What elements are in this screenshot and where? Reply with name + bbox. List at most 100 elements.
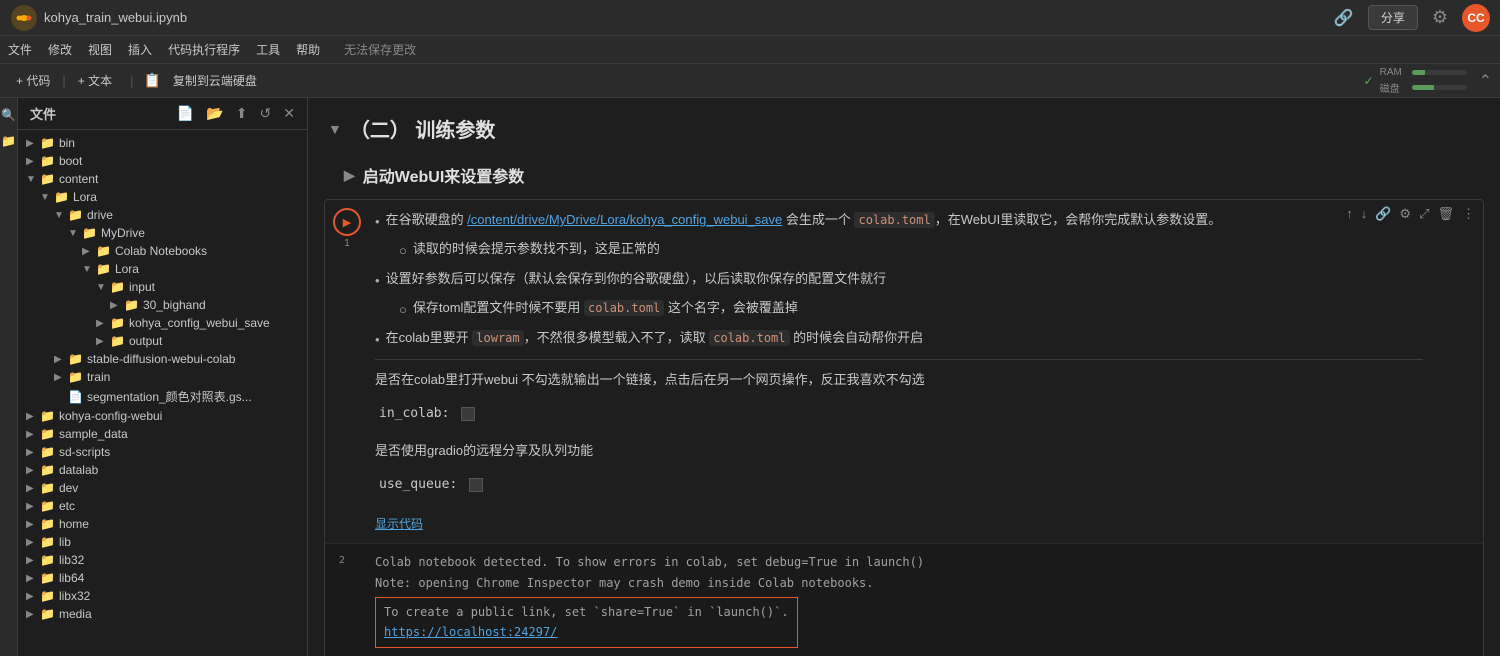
settings-icon[interactable]: ⚙ — [1432, 7, 1448, 28]
tree-label: etc — [59, 499, 75, 513]
cell-delete-icon[interactable]: 🗑 — [1437, 206, 1454, 222]
notebook-content: ▼ （二） 训练参数 ▶ 启动WebUI来设置参数 ↑ ↓ 🔗 ⚙ ⤢ 🗑 ⋮ — [308, 98, 1500, 656]
sidebar-title: 文件 — [30, 104, 165, 123]
tree-label: stable-diffusion-webui-colab — [87, 352, 236, 366]
tree-label: output — [129, 334, 162, 348]
bullet-icon: • — [375, 210, 380, 233]
tree-item-lib64[interactable]: ▶ 📁 lib64 — [18, 569, 307, 587]
add-text-button[interactable]: + 文本 — [70, 69, 120, 92]
param-use-queue: 是否使用gradio的远程分享及队列功能 use_queue: — [375, 439, 1423, 502]
user-avatar[interactable]: CC — [1462, 4, 1490, 32]
tree-item-lora1[interactable]: ▼ 📁 Lora — [18, 188, 307, 206]
tree-item-train[interactable]: ▶ 📁 train — [18, 368, 307, 386]
run-cell-button[interactable]: ▶ — [333, 208, 361, 236]
tree-item-content[interactable]: ▼ 📁 content — [18, 170, 307, 188]
tree-item-home[interactable]: ▶ 📁 home — [18, 515, 307, 533]
sub-bullet-icon: ○ — [399, 239, 407, 262]
tree-label: datalab — [59, 463, 98, 477]
tree-label: train — [87, 370, 110, 384]
menu-tools[interactable]: 工具 — [256, 41, 280, 58]
output-line-1: Colab notebook detected. To show errors … — [375, 552, 1471, 572]
subsection-collapse-icon[interactable]: ▶ — [344, 167, 355, 184]
tree-item-media[interactable]: ▶ 📁 media — [18, 605, 307, 623]
localhost-link[interactable]: https://localhost:24297/ — [384, 625, 557, 639]
tree-item-libx32[interactable]: ▶ 📁 libx32 — [18, 587, 307, 605]
tree-item-kohya-config-save[interactable]: ▶ 📁 kohya_config_webui_save — [18, 314, 307, 332]
use-queue-checkbox[interactable] — [469, 478, 483, 492]
menu-help[interactable]: 帮助 — [296, 41, 320, 58]
tree-item-boot[interactable]: ▶ 📁 boot — [18, 152, 307, 170]
cell-toolbar: ↑ ↓ 🔗 ⚙ ⤢ 🗑 ⋮ — [1346, 206, 1475, 222]
tree-item-input[interactable]: ▼ 📁 input — [18, 278, 307, 296]
tree-label: home — [59, 517, 89, 531]
tree-item-etc[interactable]: ▶ 📁 etc — [18, 497, 307, 515]
tree-label: bin — [59, 136, 75, 150]
cell-link-icon[interactable]: 🔗 — [1375, 206, 1391, 222]
tree-item-mydrive[interactable]: ▼ 📁 MyDrive — [18, 224, 307, 242]
tree-item-dev[interactable]: ▶ 📁 dev — [18, 479, 307, 497]
files-sidebar-icon[interactable]: 📁 — [1, 134, 16, 148]
tree-item-sample-data[interactable]: ▶ 📁 sample_data — [18, 425, 307, 443]
ram-bar — [1412, 70, 1467, 75]
cell-down-icon[interactable]: ↓ — [1361, 206, 1368, 222]
in-colab-checkbox[interactable] — [461, 407, 475, 421]
menu-runtime[interactable]: 代码执行程序 — [168, 41, 240, 58]
cell-settings-icon[interactable]: ⚙ — [1399, 206, 1411, 222]
unsaved-status: 无法保存更改 — [344, 41, 416, 58]
cell-number-label: 1 — [344, 238, 350, 249]
collapse-toolbar-icon[interactable]: ⌃ — [1479, 71, 1492, 91]
tree-label: kohya-config-webui — [59, 409, 162, 423]
cell-output: 2 Colab notebook detected. To show error… — [325, 543, 1483, 656]
tree-item-30bighand[interactable]: ▶ 📁 30_bighand — [18, 296, 307, 314]
close-sidebar-icon[interactable]: ✕ — [283, 105, 295, 122]
tree-item-colab-notebooks[interactable]: ▶ 📁 Colab Notebooks — [18, 242, 307, 260]
copy-to-drive-button[interactable]: 复制到云端硬盘 — [165, 69, 265, 92]
share-button[interactable]: 分享 — [1368, 5, 1418, 30]
menu-view[interactable]: 视图 — [88, 41, 112, 58]
bullet-item-1: • 在谷歌硬盘的 /content/drive/MyDrive/Lora/koh… — [375, 208, 1423, 233]
cell-expand-icon[interactable]: ⤢ — [1419, 206, 1429, 222]
tree-label: lib32 — [59, 553, 84, 567]
disk-bar — [1412, 85, 1467, 90]
show-code-link[interactable]: 显示代码 — [375, 517, 423, 531]
tree-item-datalab[interactable]: ▶ 📁 datalab — [18, 461, 307, 479]
topbar: kohya_train_webui.ipynb 🔗 分享 ⚙ CC — [0, 0, 1500, 36]
tree-item-lora2[interactable]: ▼ 📁 Lora — [18, 260, 307, 278]
cell-divider — [375, 359, 1423, 360]
new-file-icon[interactable]: 📄 — [177, 105, 194, 122]
output-cell-number: 2 — [339, 552, 345, 569]
tree-item-lib[interactable]: ▶ 📁 lib — [18, 533, 307, 551]
tree-item-segmentation[interactable]: ▶ 📄 segmentation_颜色对照表.gs... — [18, 386, 307, 407]
new-folder-icon[interactable]: 📂 — [206, 105, 223, 122]
add-code-button[interactable]: + 代码 — [8, 69, 58, 92]
search-sidebar-icon[interactable]: 🔍 — [1, 108, 16, 122]
toolbar-separator2: | — [130, 73, 133, 88]
tree-label: kohya_config_webui_save — [129, 316, 270, 330]
cell-run-area: ▶ 1 — [333, 208, 361, 249]
resource-indicator: ✓ RAM 磁盘 ⌃ — [1364, 67, 1492, 95]
main-layout: 🔍 📁 文件 📄 📂 ⬆ ↺ ✕ ▶ 📁 bin — [0, 98, 1500, 656]
tree-label: lib — [59, 535, 71, 549]
tree-item-kohya-config-webui[interactable]: ▶ 📁 kohya-config-webui — [18, 407, 307, 425]
tree-item-bin[interactable]: ▶ 📁 bin — [18, 134, 307, 152]
output-link-text: To create a public link, set `share=True… — [384, 605, 789, 619]
drive-link[interactable]: /content/drive/MyDrive/Lora/kohya_config… — [467, 212, 782, 227]
menubar: 文件 修改 视图 插入 代码执行程序 工具 帮助 无法保存更改 — [0, 36, 1500, 64]
cell-up-icon[interactable]: ↑ — [1346, 206, 1353, 222]
tree-label: 30_bighand — [143, 298, 206, 312]
tree-item-drive[interactable]: ▼ 📁 drive — [18, 206, 307, 224]
menu-file[interactable]: 文件 — [8, 41, 32, 58]
section-collapse-icon[interactable]: ▼ — [328, 121, 342, 137]
bullet-icon: • — [375, 328, 380, 351]
tree-item-lib32[interactable]: ▶ 📁 lib32 — [18, 551, 307, 569]
cell-more-icon[interactable]: ⋮ — [1462, 206, 1475, 222]
upload-icon[interactable]: ⬆ — [236, 105, 248, 122]
tree-item-sd-scripts[interactable]: ▶ 📁 sd-scripts — [18, 443, 307, 461]
refresh-icon[interactable]: ↺ — [260, 105, 272, 122]
tree-item-output[interactable]: ▶ 📁 output — [18, 332, 307, 350]
menu-insert[interactable]: 插入 — [128, 41, 152, 58]
tree-item-sd-webui[interactable]: ▶ 📁 stable-diffusion-webui-colab — [18, 350, 307, 368]
tree-label: boot — [59, 154, 82, 168]
menu-edit[interactable]: 修改 — [48, 41, 72, 58]
section-title: （二） 训练参数 — [350, 114, 496, 143]
